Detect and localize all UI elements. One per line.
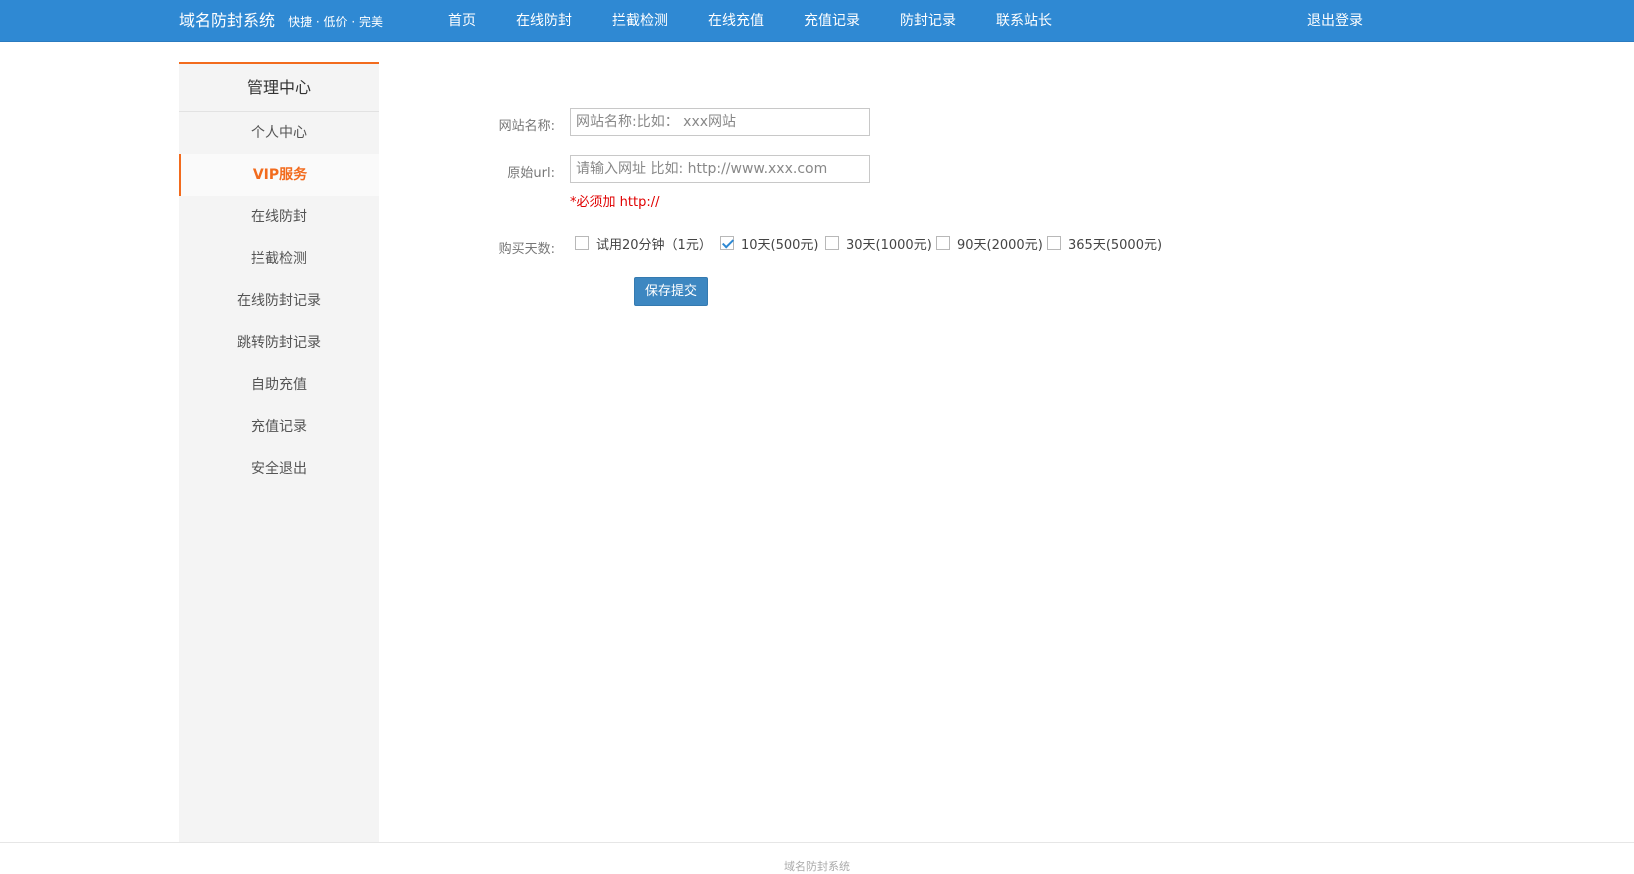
nav-contact-admin[interactable]: 联系站长: [996, 0, 1052, 42]
sidebar-item-self-recharge[interactable]: 自助充值: [179, 364, 379, 406]
checkbox-90-days[interactable]: [936, 236, 950, 250]
origin-url-input[interactable]: [570, 155, 870, 183]
option-30-days[interactable]: 30天(1000元): [825, 234, 932, 253]
nav-home[interactable]: 首页: [448, 0, 476, 42]
nav-protect-records[interactable]: 防封记录: [900, 0, 956, 42]
sidebar-item-safe-logout[interactable]: 安全退出: [179, 448, 379, 490]
checkbox-30-days[interactable]: [825, 236, 839, 250]
option-label: 试用20分钟（1元）: [596, 237, 712, 253]
checkbox-365-days[interactable]: [1047, 236, 1061, 250]
option-10-days[interactable]: 10天(500元): [720, 234, 819, 253]
nav-intercept-check[interactable]: 拦截检测: [612, 0, 668, 42]
sidebar-item-online-protect[interactable]: 在线防封: [179, 196, 379, 238]
sidebar-item-intercept-check[interactable]: 拦截检测: [179, 238, 379, 280]
sidebar: 管理中心 个人中心 VIP服务 在线防封 拦截检测 在线防封记录 跳转防封记录 …: [179, 62, 379, 842]
logout-link[interactable]: 退出登录: [1307, 0, 1363, 42]
option-90-days[interactable]: 90天(2000元): [936, 234, 1043, 253]
checkbox-trial-20min[interactable]: [575, 236, 589, 250]
sidebar-item-redirect-protect-records[interactable]: 跳转防封记录: [179, 322, 379, 364]
brand-slogan: 快捷 · 低价 · 完美: [288, 15, 383, 29]
sidebar-item-online-protect-records[interactable]: 在线防封记录: [179, 280, 379, 322]
option-365-days[interactable]: 365天(5000元): [1047, 234, 1163, 253]
url-hint: *必须加 http://: [570, 195, 660, 210]
checkbox-10-days[interactable]: [720, 236, 734, 250]
option-label: 90天(2000元): [957, 237, 1043, 253]
option-label: 30天(1000元): [846, 237, 932, 253]
brand-title: 域名防封系统: [179, 11, 276, 30]
nav-online-recharge[interactable]: 在线充值: [708, 0, 764, 42]
footer-divider: [0, 842, 1634, 843]
site-name-label: 网站名称:: [498, 119, 555, 134]
origin-url-label: 原始url:: [507, 166, 555, 181]
sidebar-item-vip-service[interactable]: VIP服务: [179, 154, 379, 196]
purchase-days-label: 购买天数:: [498, 242, 555, 257]
brand: 域名防封系统 快捷 · 低价 · 完美: [179, 0, 383, 42]
sidebar-title: 管理中心: [179, 64, 379, 112]
sidebar-item-profile[interactable]: 个人中心: [179, 112, 379, 154]
option-label: 10天(500元): [741, 237, 819, 253]
nav-recharge-records[interactable]: 充值记录: [804, 0, 860, 42]
sidebar-item-recharge-records[interactable]: 充值记录: [179, 406, 379, 448]
site-name-input[interactable]: [570, 108, 870, 136]
save-submit-button[interactable]: 保存提交: [634, 277, 708, 306]
top-navbar: 域名防封系统 快捷 · 低价 · 完美 首页 在线防封 拦截检测 在线充值 充值…: [0, 0, 1634, 42]
footer-text: 域名防封系统: [784, 860, 850, 873]
option-trial-20min[interactable]: 试用20分钟（1元）: [575, 234, 712, 253]
option-label: 365天(5000元): [1068, 237, 1163, 253]
nav-online-protect[interactable]: 在线防封: [516, 0, 572, 42]
